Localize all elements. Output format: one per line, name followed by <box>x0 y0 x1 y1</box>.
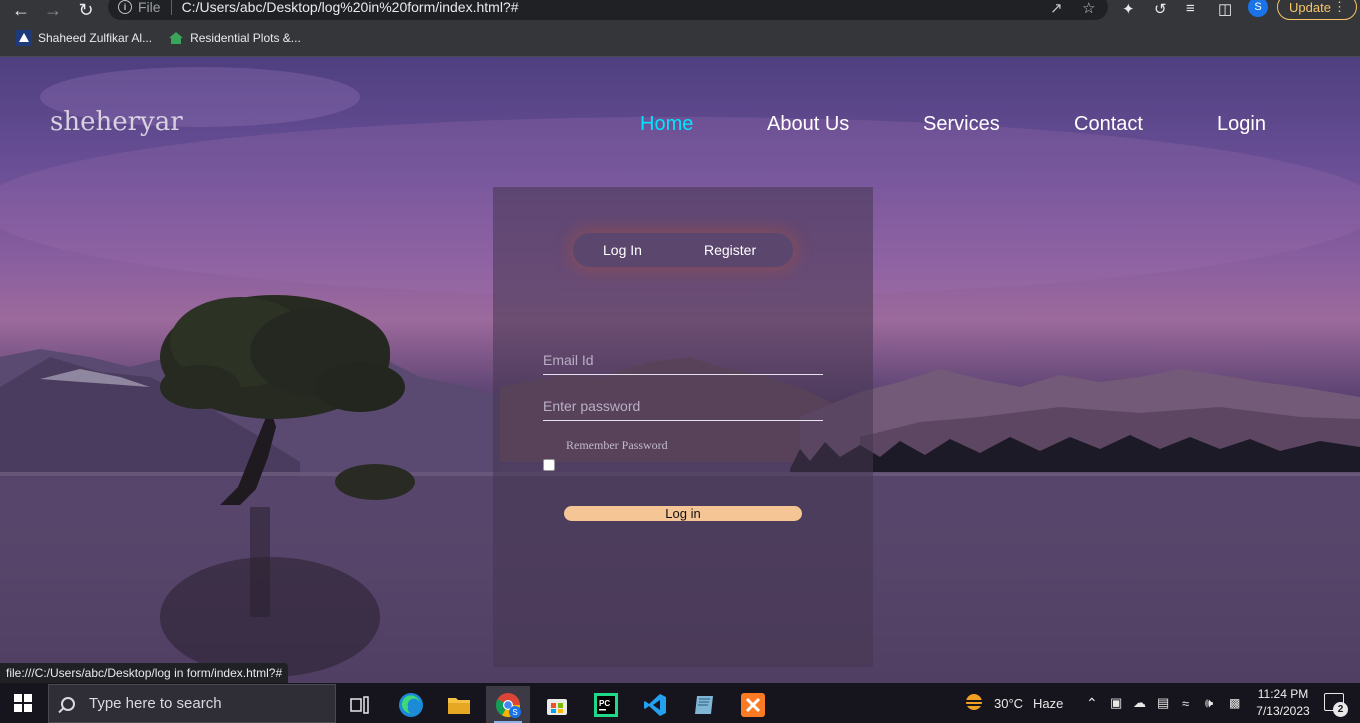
email-field-wrapper <box>543 345 823 375</box>
file-explorer-icon[interactable] <box>437 686 481 723</box>
tab-login[interactable]: Log In <box>603 242 642 258</box>
task-view-icon[interactable] <box>338 686 382 723</box>
password-field-wrapper <box>543 391 823 421</box>
bookmark-star-icon[interactable]: ☆ <box>1082 0 1095 17</box>
weather-description: Haze <box>1033 695 1064 711</box>
nav-login[interactable]: Login <box>1217 113 1266 136</box>
microsoft-store-icon[interactable] <box>535 686 579 723</box>
search-icon <box>61 696 75 711</box>
notepad-icon[interactable] <box>682 686 726 723</box>
house-logo-icon <box>168 30 184 46</box>
bookmark-item[interactable]: Residential Plots &... <box>168 30 301 46</box>
pycharm-icon[interactable]: PC <box>584 686 628 723</box>
taskbar-search-placeholder: Type here to search <box>89 695 222 712</box>
page-viewport: sheheryar Home About Us Services Contact… <box>0 57 1360 683</box>
notification-count-badge: 2 <box>1333 702 1348 717</box>
site-brand[interactable]: sheheryar <box>50 107 183 137</box>
vscode-icon[interactable] <box>633 686 677 723</box>
side-panel-icon[interactable]: ◫ <box>1218 0 1232 18</box>
login-card: Log In Register Remember Password Log in <box>493 187 873 667</box>
bookmark-label: Shaheed Zulfikar Al... <box>38 31 153 45</box>
svg-text:PC: PC <box>599 699 610 708</box>
url-separator <box>170 0 172 15</box>
system-clock[interactable]: 11:24 PM 7/13/2023 <box>1252 686 1314 720</box>
edge-browser-icon[interactable] <box>389 686 433 723</box>
windows-taskbar: Type here to search S PC 30°C Haze ⌃ ▣ ☁… <box>0 683 1360 723</box>
weather-temperature: 30°C <box>994 695 1024 711</box>
back-arrow-icon[interactable]: ← <box>6 0 36 20</box>
reading-list-icon[interactable]: ≡ <box>1186 0 1195 17</box>
share-icon[interactable]: ↗ <box>1050 0 1063 17</box>
update-button[interactable]: Update ⋮ <box>1277 0 1357 20</box>
bookmark-label: Residential Plots &... <box>190 31 301 45</box>
bookmarks-bar: Shaheed Zulfikar Al... Residential Plots… <box>0 20 1360 57</box>
remember-password-label: Remember Password <box>566 438 668 452</box>
forward-arrow-icon[interactable]: → <box>38 0 68 20</box>
tray-chevron-up-icon[interactable]: ⌃ <box>1086 683 1098 723</box>
svg-text:S: S <box>512 708 517 717</box>
url-text[interactable]: C:/Users/abc/Desktop/log%20in%20form/ind… <box>182 0 519 15</box>
volume-icon[interactable]: 🕪 <box>1205 683 1213 723</box>
onedrive-cloud-icon[interactable]: ☁ <box>1133 683 1146 723</box>
reload-icon[interactable]: ↻ <box>71 0 101 20</box>
bookmark-item[interactable]: Shaheed Zulfikar Al... <box>16 30 152 46</box>
url-scheme: File <box>138 0 161 15</box>
nav-services[interactable]: Services <box>923 113 1000 136</box>
profile-avatar[interactable]: S <box>1248 0 1268 17</box>
tab-register[interactable]: Register <box>704 242 756 258</box>
nav-about-us[interactable]: About Us <box>767 113 849 136</box>
address-bar[interactable]: i File C:/Users/abc/Desktop/log%20in%20f… <box>108 0 1108 20</box>
xampp-icon[interactable] <box>731 686 775 723</box>
weather-widget[interactable]: 30°C Haze <box>962 683 1063 723</box>
nav-home[interactable]: Home <box>640 113 693 136</box>
university-logo-icon <box>16 30 32 46</box>
browser-toolbar: ← → ↻ i File C:/Users/abc/Desktop/log%20… <box>0 0 1360 20</box>
login-submit-button[interactable]: Log in <box>564 506 802 521</box>
chrome-browser-icon[interactable]: S <box>486 686 530 723</box>
clock-time: 11:24 PM <box>1257 687 1309 701</box>
link-status-bar: file:///C:/Users/abc/Desktop/log in form… <box>0 663 289 683</box>
update-label: Update <box>1289 0 1331 15</box>
clock-date: 7/13/2023 <box>1256 704 1310 718</box>
menu-dots-icon[interactable]: ⋮ <box>1333 0 1346 15</box>
password-field[interactable] <box>543 391 823 420</box>
sync-icon[interactable]: ↺ <box>1154 0 1167 18</box>
wifi-icon[interactable]: ≈ <box>1182 683 1189 723</box>
meet-now-icon[interactable]: ▣ <box>1110 683 1122 723</box>
extensions-puzzle-icon[interactable]: ✦ <box>1122 0 1135 18</box>
taskbar-search-box[interactable]: Type here to search <box>48 684 336 723</box>
email-field[interactable] <box>543 345 823 374</box>
haze-sun-icon <box>964 694 984 710</box>
device-icon[interactable]: ▤ <box>1157 683 1169 723</box>
form-toggle: Log In Register <box>573 233 793 267</box>
site-info-icon[interactable]: i <box>118 0 132 14</box>
remember-password-checkbox[interactable] <box>543 459 555 471</box>
nav-contact[interactable]: Contact <box>1074 113 1143 136</box>
windows-start-icon[interactable] <box>14 694 32 712</box>
battery-icon[interactable]: ▩ <box>1229 683 1240 723</box>
